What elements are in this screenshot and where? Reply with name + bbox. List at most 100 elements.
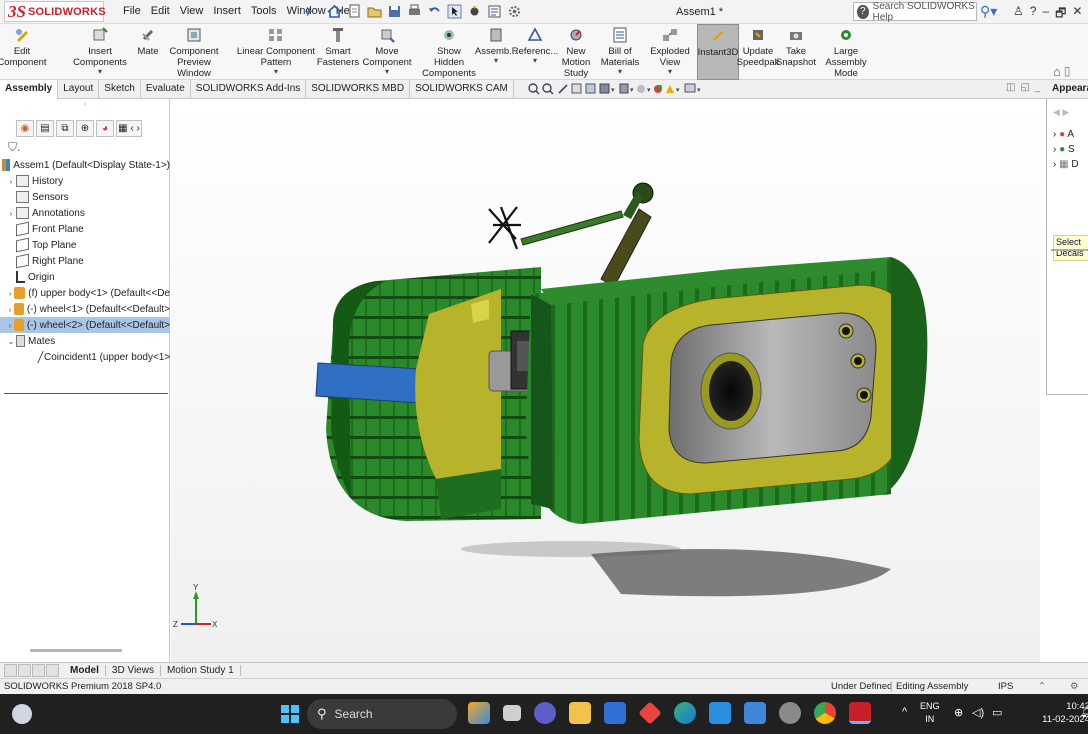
volume-icon[interactable]: ◁) — [972, 706, 984, 719]
appearance-item-d[interactable]: › ▦ D — [1053, 159, 1079, 174]
tree-item-wheel-2[interactable]: › (-) wheel<2> (Default<<Default> — [0, 317, 170, 333]
exploded-view-button[interactable]: Exploded View ▾ — [640, 24, 700, 80]
tab-scroll-buttons[interactable] — [4, 663, 64, 678]
tree-item-history[interactable]: › History — [0, 173, 170, 189]
undo-icon[interactable] — [426, 3, 443, 20]
minimize-button[interactable]: – — [1042, 4, 1049, 25]
select-icon[interactable] — [446, 3, 463, 20]
horizontal-scrollbar[interactable] — [30, 649, 122, 652]
filter-icon[interactable]: ⛉. — [8, 140, 20, 155]
graphics-area[interactable]: Y Z X — [171, 99, 1040, 662]
unit-system[interactable]: IPS — [998, 681, 1013, 692]
save-icon[interactable] — [386, 3, 403, 20]
search-icon[interactable]: ⚲▾ — [980, 3, 1008, 21]
notification-bell-icon[interactable]: 🔔︎ — [1080, 705, 1088, 718]
home-icon[interactable] — [326, 3, 343, 20]
appearance-item-a[interactable]: › ● A — [1053, 129, 1079, 144]
panel-grip[interactable]: ◦ — [0, 99, 170, 119]
expand-arrow-icon[interactable]: › — [6, 289, 14, 298]
assembly-features-button[interactable]: Assemb... ▾ — [475, 24, 517, 80]
tree-item-sensors[interactable]: Sensors — [0, 189, 170, 205]
wheel-2[interactable] — [526, 257, 928, 524]
view-toolbar-icons[interactable]: ▾ ▾ ▾ ▾ ▾ — [527, 81, 727, 97]
menu-edit[interactable]: Edit — [146, 5, 175, 17]
new-document-icon[interactable] — [346, 3, 363, 20]
open-icon[interactable] — [366, 3, 383, 20]
appearance-item-s[interactable]: › ● S — [1053, 144, 1079, 159]
rollback-bar[interactable] — [4, 393, 168, 394]
collapse-arrow-icon[interactable]: ⌄ — [6, 337, 16, 346]
office-icon[interactable] — [638, 701, 662, 725]
expand-arrow-icon[interactable]: › — [6, 209, 16, 218]
tab-addins[interactable]: SOLIDWORKS Add-Ins — [191, 80, 307, 99]
pin-menu-icon[interactable]: ✈ — [303, 4, 314, 20]
print-icon[interactable] — [406, 3, 423, 20]
display-manager-tab-icon[interactable]: ◕ — [96, 120, 114, 137]
tab-3d-views[interactable]: 3D Views — [106, 665, 161, 676]
tree-item-assembly[interactable]: Assem1 (Default<Display State-1>) — [0, 157, 170, 173]
settings-icon[interactable] — [779, 702, 801, 724]
tab-layout[interactable]: Layout — [58, 80, 100, 99]
tree-item-mates[interactable]: ⌄ Mates — [0, 333, 170, 349]
robot-model[interactable]: Y Z X — [171, 99, 1040, 662]
tree-item-wheel-1[interactable]: › (-) wheel<1> (Default<<Default> — [0, 301, 170, 317]
task-pane-home-icon[interactable]: ⌂ — [1053, 64, 1061, 79]
copilot-icon[interactable] — [468, 702, 490, 724]
update-speedpak-button[interactable]: Update Speedpak — [737, 24, 779, 80]
teams-icon[interactable] — [534, 702, 556, 724]
tree-item-upper-body[interactable]: › (f) upper body<1> (Default<<De — [0, 285, 170, 301]
configurationmanager-tab-icon[interactable]: ⧉ — [56, 120, 74, 137]
expand-arrow-icon[interactable]: › — [6, 177, 16, 186]
tab-evaluate[interactable]: Evaluate — [141, 80, 191, 99]
wheel-1[interactable] — [315, 267, 541, 521]
widgets-icon[interactable] — [12, 704, 32, 724]
calendar-app-icon[interactable] — [604, 702, 626, 724]
task-pane-resources-icon[interactable]: ▯ — [1064, 64, 1071, 79]
move-component-button[interactable]: Move Component ▾ — [354, 24, 420, 80]
help-button[interactable]: ? — [1030, 4, 1037, 25]
photos-icon[interactable] — [744, 702, 766, 724]
split-view-icon[interactable]: ◫ — [1006, 82, 1015, 93]
menu-tools[interactable]: Tools — [246, 5, 282, 17]
tree-item-front-plane[interactable]: Front Plane — [0, 221, 170, 237]
start-icon[interactable] — [281, 705, 299, 723]
propertymanager-tab-icon[interactable]: ▤ — [36, 120, 54, 137]
expand-arrow-icon[interactable]: › — [6, 305, 14, 314]
tab-model[interactable]: Model — [64, 665, 106, 676]
help-search-field[interactable]: ? Search SOLIDWORKS Help — [853, 1, 977, 23]
tab-sketch[interactable]: Sketch — [99, 80, 141, 99]
task-view-icon[interactable] — [503, 705, 521, 721]
network-icon[interactable]: ⊕ — [954, 706, 963, 719]
expand-arrow-icon[interactable]: › — [6, 321, 14, 330]
mate-button[interactable]: Mate — [136, 24, 160, 80]
menu-view[interactable]: View — [175, 5, 209, 17]
linear-component-pattern-button[interactable]: Linear Component Pattern ▾ — [232, 24, 320, 80]
rebuild-icon[interactable] — [466, 3, 483, 20]
instant3d-button[interactable]: Instant3D — [697, 24, 739, 80]
restore-view-icon[interactable]: ◱ — [1020, 82, 1029, 93]
nav-arrows-icon[interactable]: ◀ ▶ — [1053, 107, 1069, 118]
restore-button[interactable]: 🗗 — [1055, 4, 1066, 25]
tree-item-coincident1[interactable]: Coincident1 (upper body<1>, — [0, 349, 173, 365]
tree-item-origin[interactable]: Origin — [0, 269, 170, 285]
quick-tips-icon[interactable]: ⚙ — [1070, 681, 1079, 692]
taskbar-search[interactable]: ⚲ Search — [307, 699, 457, 729]
component-preview-button[interactable]: Component Preview Window — [166, 24, 222, 80]
featuremanager-tab-icon[interactable]: ◉ — [16, 120, 34, 137]
solidworks-app-icon[interactable] — [849, 702, 871, 724]
insert-components-button[interactable]: Insert Components ▾ — [64, 24, 136, 80]
bill-of-materials-button[interactable]: Bill of Materials ▾ — [601, 24, 639, 80]
tab-mbd[interactable]: SOLIDWORKS MBD — [306, 80, 411, 99]
close-button[interactable]: ✕ — [1072, 4, 1082, 25]
user-icon[interactable]: ♙ — [1013, 4, 1024, 25]
edit-component-button[interactable]: Edit Component — [0, 24, 47, 80]
file-explorer-icon[interactable] — [569, 702, 591, 724]
tree-item-annotations[interactable]: › Annotations — [0, 205, 170, 221]
language-indicator[interactable]: ENG IN — [920, 700, 940, 726]
options-icon[interactable] — [506, 3, 523, 20]
take-snapshot-button[interactable]: Take Snapshot — [776, 24, 816, 80]
show-hidden-icons-icon[interactable]: ^ — [902, 706, 907, 718]
vscode-icon[interactable] — [709, 702, 731, 724]
edge-icon[interactable] — [674, 702, 696, 724]
chrome-icon[interactable] — [814, 702, 836, 724]
